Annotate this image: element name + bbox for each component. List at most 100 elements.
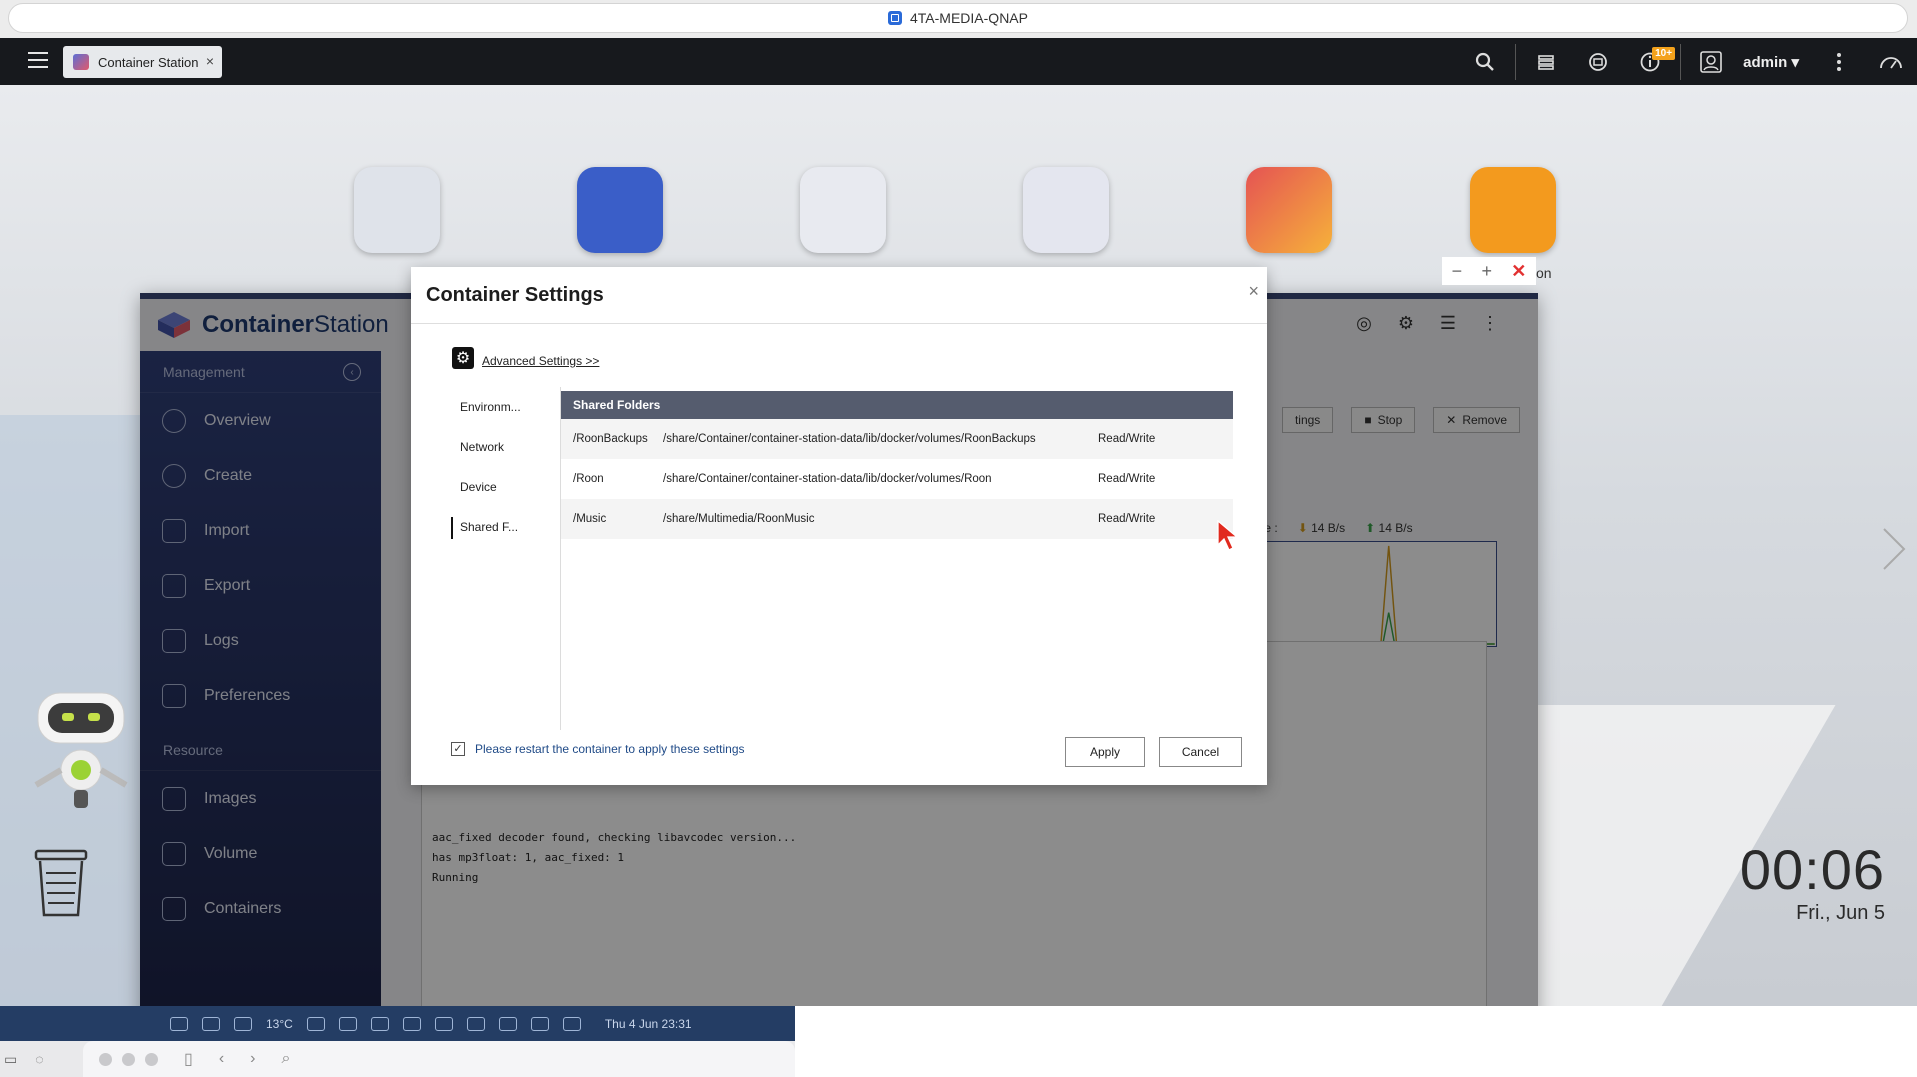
- background-tasks-icon[interactable]: [1520, 38, 1572, 85]
- search-icon[interactable]: ⌕: [281, 1050, 290, 1068]
- clock-date: Fri., Jun 5: [1796, 902, 1885, 924]
- more-vertical-icon[interactable]: ⋮: [1478, 311, 1502, 335]
- maximize-icon[interactable]: +: [1481, 261, 1492, 282]
- menu-bar-clock[interactable]: Thu 4 Jun 23:31: [605, 1017, 692, 1031]
- zoom-window-dot[interactable]: [145, 1052, 158, 1066]
- volume-icon[interactable]: [306, 1016, 325, 1031]
- window-close-icon[interactable]: ✕: [1511, 261, 1526, 282]
- sidebar-item-logs[interactable]: Logs: [140, 613, 381, 668]
- qts-top-bar: Container Station × 10+ admin ▾: [0, 38, 1917, 85]
- network-monitor-icon[interactable]: [234, 1016, 252, 1031]
- user-menu[interactable]: admin ▾: [1737, 53, 1813, 71]
- qsync-app-icon[interactable]: [800, 167, 886, 253]
- tab-container-station[interactable]: Container Station ×: [63, 46, 222, 78]
- apply-button[interactable]: Apply: [1065, 737, 1145, 767]
- layers-icon: [162, 786, 186, 811]
- table-row[interactable]: /Roon /share/Container/container-station…: [561, 459, 1233, 499]
- access-mode: Read/Write: [1098, 513, 1156, 525]
- tab-network[interactable]: Network: [451, 427, 560, 467]
- advanced-settings-link[interactable]: Advanced Settings >>: [482, 354, 599, 368]
- mouse-cursor-icon: [1217, 520, 1239, 551]
- bluetooth-icon[interactable]: [402, 1016, 421, 1031]
- restart-checkbox[interactable]: ✓: [451, 742, 465, 756]
- table-row[interactable]: /RoonBackups /share/Container/container-…: [561, 419, 1233, 459]
- minimize-icon[interactable]: −: [1452, 261, 1463, 282]
- play-icon[interactable]: [370, 1016, 389, 1031]
- video-camera-icon[interactable]: ▭: [4, 1051, 17, 1068]
- robot-assistant-icon[interactable]: [26, 685, 136, 815]
- sidebar-item-overview[interactable]: Overview: [140, 393, 381, 448]
- clock-time: 00:06: [1739, 838, 1885, 901]
- user-avatar-icon[interactable]: [1685, 38, 1737, 85]
- sidebar-section-resource: Resource: [140, 729, 381, 771]
- tasks-icon[interactable]: ☰: [1436, 311, 1460, 335]
- forward-arrow-icon[interactable]: ›: [250, 1050, 255, 1068]
- control-panel-app-icon[interactable]: [354, 167, 440, 253]
- settings-nav: Environm... Network Device Shared F...: [451, 387, 561, 730]
- stop-icon: ■: [1364, 413, 1372, 427]
- dashboard-gauge-icon[interactable]: [1865, 38, 1917, 85]
- sidebar-item-export[interactable]: Export: [140, 558, 381, 613]
- photos-app-icon[interactable]: [1246, 167, 1332, 253]
- console-line: Running: [432, 871, 479, 884]
- sidebar-item-label: Create: [204, 466, 253, 484]
- close-window-dot[interactable]: [99, 1052, 112, 1066]
- settings-button[interactable]: tings: [1281, 407, 1334, 433]
- next-page-arrow-icon[interactable]: [1880, 525, 1908, 573]
- battery-icon[interactable]: [466, 1016, 485, 1031]
- host-path: /share/Container/container-station-data/…: [663, 433, 1036, 445]
- sidebar-item-preferences[interactable]: Preferences: [140, 668, 381, 723]
- tab-label: Container Station: [98, 54, 199, 70]
- multimedia-app-icon[interactable]: [1470, 167, 1556, 253]
- control-center-icon[interactable]: [562, 1016, 581, 1031]
- app-center-icon[interactable]: [577, 167, 663, 253]
- external-devices-icon[interactable]: [1572, 38, 1624, 85]
- export-icon: [162, 573, 186, 598]
- sidebar-item-import[interactable]: Import: [140, 503, 381, 558]
- spotlight-search-icon[interactable]: [498, 1016, 517, 1031]
- close-icon: ✕: [1446, 413, 1457, 427]
- weather-temperature[interactable]: 13°C: [266, 1017, 293, 1031]
- main-menu-icon[interactable]: [28, 52, 48, 68]
- plus-circle-icon: [162, 463, 186, 488]
- dialog-close-icon[interactable]: ×: [1248, 281, 1259, 302]
- siri-icon[interactable]: [530, 1016, 549, 1031]
- iot-icon[interactable]: ◎: [1352, 311, 1376, 335]
- network-graph: [1251, 541, 1497, 647]
- wifi-icon[interactable]: [434, 1016, 453, 1031]
- dropbox-icon[interactable]: [202, 1016, 220, 1031]
- browser-title: 4TA-MEDIA-QNAP: [910, 10, 1028, 26]
- tab-device[interactable]: Device: [451, 467, 560, 507]
- cancel-button[interactable]: Cancel: [1159, 737, 1242, 767]
- stop-button[interactable]: ■ Stop: [1351, 407, 1416, 433]
- notifications-icon[interactable]: 10+: [1624, 38, 1676, 85]
- remove-button[interactable]: ✕ Remove: [1433, 407, 1520, 433]
- sidebar-item-volume[interactable]: Volume: [140, 826, 381, 881]
- mac-window-titlebar: ▯ ‹ › ⌕: [83, 1041, 795, 1077]
- sidebar-item-create[interactable]: Create: [140, 448, 381, 503]
- user-switch-icon[interactable]: [338, 1016, 357, 1031]
- access-mode: Read/Write: [1098, 433, 1156, 445]
- sidebar-item-containers[interactable]: Containers: [140, 881, 381, 936]
- table-row[interactable]: /Music /share/Multimedia/RoonMusic Read/…: [561, 499, 1233, 539]
- more-options-icon[interactable]: [1813, 38, 1865, 85]
- collapse-sidebar-icon[interactable]: ‹: [343, 363, 361, 381]
- tab-shared-folders[interactable]: Shared F...: [451, 507, 560, 547]
- address-bar[interactable]: 4TA-MEDIA-QNAP: [8, 3, 1908, 33]
- minimize-window-dot[interactable]: [122, 1052, 135, 1066]
- container-station-tab-icon: [73, 54, 89, 70]
- tab-close-icon[interactable]: ×: [206, 53, 214, 69]
- chat-bubble-icon[interactable]: ◌: [35, 1051, 43, 1067]
- back-arrow-icon[interactable]: ‹: [219, 1050, 224, 1068]
- recycle-bin-icon[interactable]: [32, 845, 90, 919]
- helpdesk-app-icon[interactable]: [1023, 167, 1109, 253]
- sidebar-toggle-icon[interactable]: ▯: [184, 1049, 193, 1069]
- settings-gear-icon[interactable]: ⚙: [1394, 311, 1418, 335]
- tab-environment[interactable]: Environm...: [451, 387, 560, 427]
- sidebar-item-label: Containers: [204, 899, 282, 917]
- qnap-favicon-icon: [888, 11, 902, 25]
- search-icon[interactable]: [1459, 38, 1511, 85]
- creative-cloud-icon[interactable]: [170, 1016, 188, 1031]
- dialog-header: Container Settings ×: [411, 267, 1267, 324]
- sidebar-item-images[interactable]: Images: [140, 771, 381, 826]
